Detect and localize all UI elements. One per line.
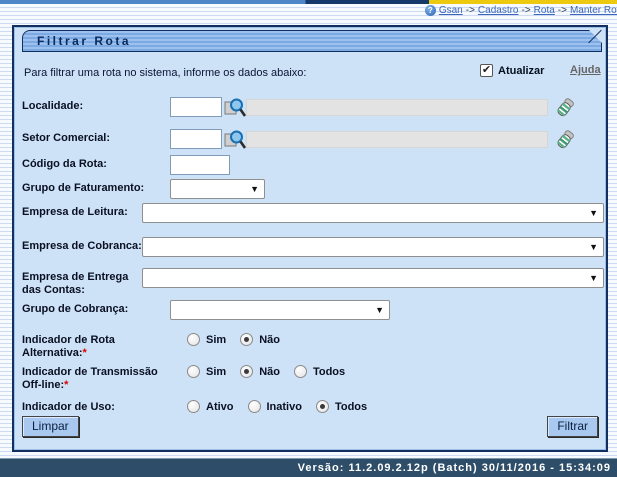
rota-alternativa-nao-label: Não xyxy=(259,334,280,346)
setor-comercial-search-icon[interactable] xyxy=(222,129,246,150)
transmissao-nao-label: Não xyxy=(259,366,280,378)
field-row-indicador-transmissao: Indicador de Transmissão Off-line:* Sim … xyxy=(22,363,604,392)
field-row-empresa-cobranca: Empresa de Cobranca: ▼ xyxy=(22,237,604,257)
empresa-entrega-label: Empresa de Entrega das Contas: xyxy=(22,268,142,297)
chevron-down-icon: ▼ xyxy=(589,273,598,283)
empresa-cobranca-select[interactable]: ▼ xyxy=(142,237,604,257)
uso-ativo-label: Ativo xyxy=(206,401,234,413)
breadcrumb-rota[interactable]: Rota xyxy=(534,5,555,16)
setor-comercial-description-field xyxy=(246,131,548,148)
banner-edge-strip xyxy=(0,0,617,4)
setor-comercial-label: Setor Comercial: xyxy=(22,129,170,145)
intro-text: Para filtrar uma rota no sistema, inform… xyxy=(24,67,306,79)
breadcrumb-cadastro[interactable]: Cadastro xyxy=(478,5,519,16)
atualizar-checkbox[interactable]: ✔ xyxy=(480,64,493,77)
version-bar: Versão: 11.2.09.2.12p (Batch) 30/11/2016… xyxy=(0,458,617,477)
help-ball-icon[interactable]: ? xyxy=(425,5,436,16)
grupo-faturamento-label: Grupo de Faturamento: xyxy=(22,179,170,195)
limpar-button[interactable]: Limpar xyxy=(22,416,79,437)
localidade-input[interactable] xyxy=(170,97,222,117)
field-row-grupo-cobranca: Grupo de Cobrança: ▼ xyxy=(22,300,604,320)
chevron-down-icon: ▼ xyxy=(375,305,384,315)
empresa-entrega-select[interactable]: ▼ xyxy=(142,268,604,288)
indicador-rota-alternativa-label: Indicador de Rota Alternativa: xyxy=(22,334,115,359)
uso-todos-radio[interactable] xyxy=(316,400,329,413)
indicador-uso-label: Indicador de Uso: xyxy=(22,398,167,414)
chevron-down-icon: ▼ xyxy=(589,208,598,218)
field-row-indicador-rota-alternativa: Indicador de Rota Alternativa:* Sim Não xyxy=(22,331,604,360)
filtrar-button[interactable]: Filtrar xyxy=(547,416,598,437)
filtrar-rota-panel: Filtrar Rota Para filtrar uma rota no si… xyxy=(12,25,608,452)
localidade-search-icon[interactable] xyxy=(222,97,246,118)
required-asterisk: * xyxy=(83,347,87,359)
uso-inativo-radio[interactable] xyxy=(248,400,261,413)
breadcrumb-manter-rota[interactable]: Manter Rota xyxy=(570,5,617,16)
grupo-cobranca-label: Grupo de Cobrança: xyxy=(22,300,170,316)
indicador-transmissao-label: Indicador de Transmissão Off-line: xyxy=(22,366,158,391)
empresa-leitura-select[interactable]: ▼ xyxy=(142,203,604,223)
field-row-empresa-entrega: Empresa de Entrega das Contas: ▼ xyxy=(22,268,604,297)
chevron-down-icon: ▼ xyxy=(250,184,259,194)
breadcrumb-gsan[interactable]: Gsan xyxy=(439,5,463,16)
grupo-cobranca-select[interactable]: ▼ xyxy=(170,300,390,320)
version-text: Versão: 11.2.09.2.12p (Batch) 30/11/2016… xyxy=(298,462,611,474)
transmissao-todos-label: Todos xyxy=(313,366,345,378)
breadcrumb-separator: -> xyxy=(558,5,567,16)
atualizar-label: Atualizar xyxy=(498,65,544,77)
localidade-label: Localidade: xyxy=(22,97,170,113)
transmissao-nao-radio[interactable] xyxy=(240,365,253,378)
field-row-setor-comercial: Setor Comercial: xyxy=(22,129,604,150)
localidade-description-field xyxy=(246,99,548,116)
uso-ativo-radio[interactable] xyxy=(187,400,200,413)
empresa-leitura-label: Empresa de Leitura: xyxy=(22,203,142,219)
chevron-down-icon: ▼ xyxy=(589,242,598,252)
page-title: Filtrar Rota xyxy=(22,30,602,52)
field-row-localidade: Localidade: xyxy=(22,97,604,118)
rota-alternativa-sim-radio[interactable] xyxy=(187,333,200,346)
localidade-eraser-icon[interactable] xyxy=(553,97,577,118)
required-asterisk: * xyxy=(64,379,68,391)
uso-todos-label: Todos xyxy=(335,401,367,413)
transmissao-todos-radio[interactable] xyxy=(294,365,307,378)
page-title-text: Filtrar Rota xyxy=(37,34,131,48)
breadcrumb-separator: -> xyxy=(522,5,531,16)
field-row-empresa-leitura: Empresa de Leitura: ▼ xyxy=(22,203,604,223)
grupo-faturamento-select[interactable]: ▼ xyxy=(170,179,265,199)
transmissao-sim-radio[interactable] xyxy=(187,365,200,378)
codigo-rota-label: Código da Rota: xyxy=(22,155,170,171)
rota-alternativa-nao-radio[interactable] xyxy=(240,333,253,346)
field-row-grupo-faturamento: Grupo de Faturamento: ▼ xyxy=(22,179,604,199)
breadcrumb-separator: -> xyxy=(466,5,475,16)
empresa-cobranca-label: Empresa de Cobranca: xyxy=(22,237,142,253)
atualizar-group: ✔ Atualizar xyxy=(480,64,544,77)
transmissao-sim-label: Sim xyxy=(206,366,226,378)
rota-alternativa-sim-label: Sim xyxy=(206,334,226,346)
ajuda-link[interactable]: Ajuda xyxy=(570,64,601,76)
field-row-codigo-rota: Código da Rota: xyxy=(22,155,604,175)
codigo-rota-input[interactable] xyxy=(170,155,230,175)
field-row-indicador-uso: Indicador de Uso: Ativo Inativo Todos xyxy=(22,398,604,414)
setor-comercial-input[interactable] xyxy=(170,129,222,149)
breadcrumb: ? Gsan -> Cadastro -> Rota -> Manter Rot… xyxy=(425,5,617,16)
uso-inativo-label: Inativo xyxy=(267,401,302,413)
setor-comercial-eraser-icon[interactable] xyxy=(553,129,577,150)
